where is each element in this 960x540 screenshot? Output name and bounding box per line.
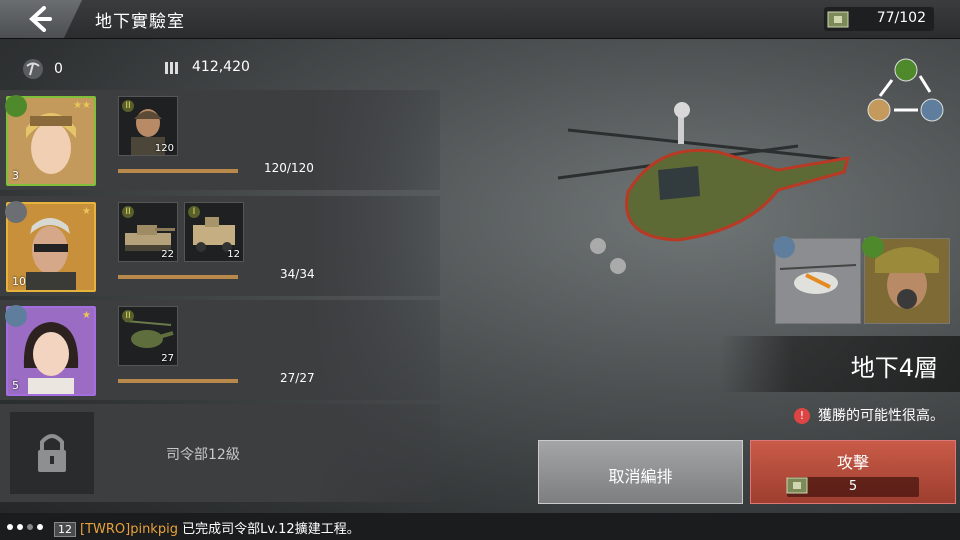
attack-cost: 5: [786, 477, 919, 497]
air-class-icon: [5, 305, 27, 327]
rank-stars: ★: [82, 310, 91, 321]
pickaxe-icon: [23, 59, 43, 79]
commander-card[interactable]: ★ 5: [5, 305, 96, 396]
attack-button[interactable]: 攻擊 5: [750, 440, 956, 504]
warning-icon: !: [794, 408, 810, 424]
troop-progress-bar: [118, 275, 238, 279]
infantry-class-icon: [862, 236, 884, 258]
unit-counter-diagram: [867, 58, 944, 122]
pickaxe-resource: 0: [22, 58, 63, 80]
chat-message: 12 [TWRO]pinkpig 已完成司令部Lv.12擴建工程。: [54, 518, 360, 537]
cancel-formation-button[interactable]: 取消編排: [538, 440, 743, 504]
air-class-icon: [773, 236, 795, 258]
top-bar: 地下實驗室 77/102: [0, 0, 960, 39]
floor-label: 地下4層: [720, 336, 960, 392]
back-button[interactable]: [0, 0, 82, 38]
air-icon: [920, 98, 944, 122]
back-arrow-icon: [29, 6, 52, 32]
troop-progress-bar: [118, 169, 238, 173]
locked-squad-slot: 司令部12級: [0, 404, 440, 502]
arrow-icon: [918, 75, 932, 93]
unit-slot[interactable]: I 12: [184, 202, 244, 262]
lock-icon: [38, 434, 66, 472]
chat-dots-icon: [7, 524, 43, 530]
commander-card[interactable]: ★★ 3: [5, 95, 96, 186]
rank-stars: ★: [82, 206, 91, 217]
chat-bar[interactable]: 12 [TWRO]pinkpig 已完成司令部Lv.12擴建工程。: [0, 513, 960, 540]
lock-box: [10, 412, 94, 494]
ammo-resource: 412,420: [162, 58, 250, 76]
squad-slot-3[interactable]: ★ 5 II 27 27/27: [0, 300, 440, 400]
unit-slot[interactable]: II 27: [118, 306, 178, 366]
troop-progress-bar: [118, 379, 238, 383]
unit-slot[interactable]: II 22: [118, 202, 178, 262]
rank-stars: ★★: [73, 100, 91, 111]
unit-slot[interactable]: II 120: [118, 96, 178, 156]
ammo-icon: [165, 62, 178, 74]
win-chance-note: ! 獲勝的可能性很高。: [794, 405, 944, 425]
enemy-commander-card[interactable]: [862, 236, 950, 324]
armor-class-icon: [5, 201, 27, 223]
capacity-counter: 77/102: [824, 7, 934, 31]
supply-crate-icon: [827, 11, 849, 28]
commander-card[interactable]: ★ 10: [5, 201, 96, 292]
infantry-icon: [894, 58, 918, 82]
arrow-icon: [878, 79, 894, 97]
armor-icon: [867, 98, 891, 122]
infantry-class-icon: [5, 95, 27, 117]
page-title: 地下實驗室: [95, 12, 185, 32]
enemy-unit-card[interactable]: [773, 236, 861, 324]
squad-slot-1[interactable]: ★★ 3 II 120 120/120: [0, 90, 440, 190]
squad-slot-2[interactable]: ★ 10 II 22 I 12 34/34: [0, 196, 440, 296]
